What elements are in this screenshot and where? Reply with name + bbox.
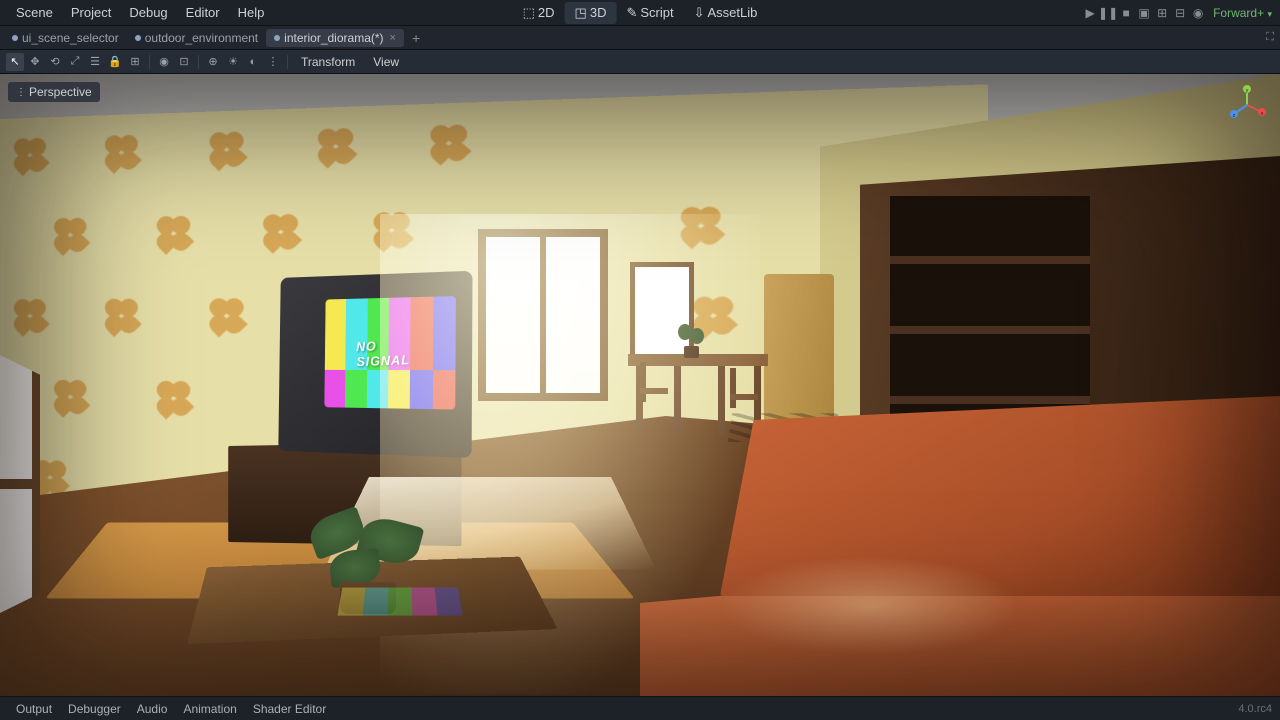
view-menu[interactable]: View	[365, 53, 407, 71]
mode-3d-icon: ◳	[575, 5, 587, 21]
menu-scene[interactable]: Scene	[8, 2, 61, 23]
scale-tool[interactable]: ⤢	[66, 53, 84, 71]
toolbar-separator	[149, 55, 150, 69]
top-menu-bar: Scene Project Debug Editor Help ⬚2D ◳3D …	[0, 0, 1280, 26]
animation-panel-button[interactable]: Animation	[175, 700, 244, 718]
mode-3d-label: 3D	[590, 5, 607, 20]
sun-tool[interactable]: ☀	[224, 53, 242, 71]
mode-script-icon: ✎	[626, 5, 637, 21]
scene-dot-icon	[135, 35, 141, 41]
orientation-gizmo[interactable]: y x z	[1226, 84, 1268, 126]
scene-tab-2-label: interior_diorama(*)	[284, 31, 383, 45]
shader-editor-panel-button[interactable]: Shader Editor	[245, 700, 334, 718]
group-tool[interactable]: ⊞	[126, 53, 144, 71]
scene-tab-0-label: ui_scene_selector	[22, 31, 119, 45]
mode-script-label: Script	[640, 5, 673, 20]
menu-right-group: ▶ ❚❚ ■ ▣ ⊞ ⊟ ◉ Forward+ ▾	[1083, 6, 1272, 20]
movie-button[interactable]: ⊟	[1173, 6, 1187, 20]
scene-dot-icon	[274, 35, 280, 41]
mode-assetlib-label: AssetLib	[708, 5, 758, 20]
play-custom-button[interactable]: ⊞	[1155, 6, 1169, 20]
audio-panel-button[interactable]: Audio	[129, 700, 176, 718]
scene-tab-1-label: outdoor_environment	[145, 31, 258, 45]
renderer-label: Forward+	[1213, 6, 1264, 20]
sofa-object	[640, 396, 1280, 696]
viewport-3d[interactable]: ⋮ Perspective y x z	[0, 74, 1280, 696]
perspective-dropdown[interactable]: ⋮ Perspective	[8, 82, 100, 102]
menu-left-group: Scene Project Debug Editor Help	[8, 2, 272, 23]
expand-viewport-button[interactable]: ⛶	[1266, 31, 1274, 44]
perspective-label-text: Perspective	[29, 85, 92, 99]
tv-signal-text: NO SIGNAL	[356, 336, 422, 369]
mode-2d-button[interactable]: ⬚2D	[513, 2, 565, 24]
rotate-tool[interactable]: ⟲	[46, 53, 64, 71]
transform-menu[interactable]: Transform	[293, 53, 363, 71]
snap-tool[interactable]: ⊡	[175, 53, 193, 71]
play-scene-button[interactable]: ▣	[1137, 6, 1151, 20]
list-tool[interactable]: ☰	[86, 53, 104, 71]
play-controls: ▶ ❚❚ ■ ▣ ⊞ ⊟ ◉	[1083, 6, 1205, 20]
scene-tab-bar: ui_scene_selector outdoor_environment in…	[0, 26, 1280, 50]
version-label: 4.0.rc4	[1238, 703, 1272, 715]
scene-tab-2[interactable]: interior_diorama(*) ×	[266, 29, 404, 47]
add-tab-button[interactable]: +	[408, 30, 424, 46]
camera-tool[interactable]: ⊕	[204, 53, 222, 71]
menu-help[interactable]: Help	[230, 2, 273, 23]
output-panel-button[interactable]: Output	[8, 700, 60, 718]
play-button[interactable]: ▶	[1083, 6, 1097, 20]
render-button[interactable]: ◉	[1191, 6, 1205, 20]
chevron-down-icon: ▾	[1267, 9, 1272, 19]
mode-2d-icon: ⬚	[523, 5, 535, 21]
mode-2d-label: 2D	[538, 5, 555, 20]
menu-project[interactable]: Project	[63, 2, 119, 23]
tv-object: NO SIGNAL	[278, 271, 472, 458]
debugger-panel-button[interactable]: Debugger	[60, 700, 129, 718]
scene-tab-1[interactable]: outdoor_environment	[127, 29, 266, 47]
stop-button[interactable]: ■	[1119, 6, 1133, 20]
viewport-toolbar: ↖ ✥ ⟲ ⤢ ☰ 🔒 ⊞ ◉ ⊡ ⊕ ☀ ◐ ⋮ Transform View	[0, 50, 1280, 74]
mode-assetlib-button[interactable]: ⇩AssetLib	[684, 2, 768, 24]
toolbar-separator	[287, 55, 288, 69]
menu-editor[interactable]: Editor	[178, 2, 228, 23]
workspace-switcher: ⬚2D ◳3D ✎Script ⇩AssetLib	[513, 2, 768, 24]
bottom-panel-bar: Output Debugger Audio Animation Shader E…	[0, 696, 1280, 720]
menu-debug[interactable]: Debug	[121, 2, 175, 23]
toolbar-separator	[198, 55, 199, 69]
drag-handle-icon: ⋮	[16, 87, 25, 98]
lock-tool[interactable]: 🔒	[106, 53, 124, 71]
renderer-dropdown[interactable]: Forward+ ▾	[1213, 6, 1272, 20]
scene-dot-icon	[12, 35, 18, 41]
scene-tab-0[interactable]: ui_scene_selector	[4, 29, 127, 47]
options-tool[interactable]: ⋮	[264, 53, 282, 71]
mode-script-button[interactable]: ✎Script	[616, 2, 683, 24]
move-tool[interactable]: ✥	[26, 53, 44, 71]
pause-button[interactable]: ❚❚	[1101, 6, 1115, 20]
scene-render: NO SIGNAL	[0, 74, 1280, 696]
mode-assetlib-icon: ⇩	[694, 5, 705, 21]
mode-3d-button[interactable]: ◳3D	[565, 2, 617, 24]
close-icon[interactable]: ×	[390, 32, 396, 44]
select-tool[interactable]: ↖	[6, 53, 24, 71]
env-tool[interactable]: ◐	[244, 53, 262, 71]
local-space-tool[interactable]: ◉	[155, 53, 173, 71]
